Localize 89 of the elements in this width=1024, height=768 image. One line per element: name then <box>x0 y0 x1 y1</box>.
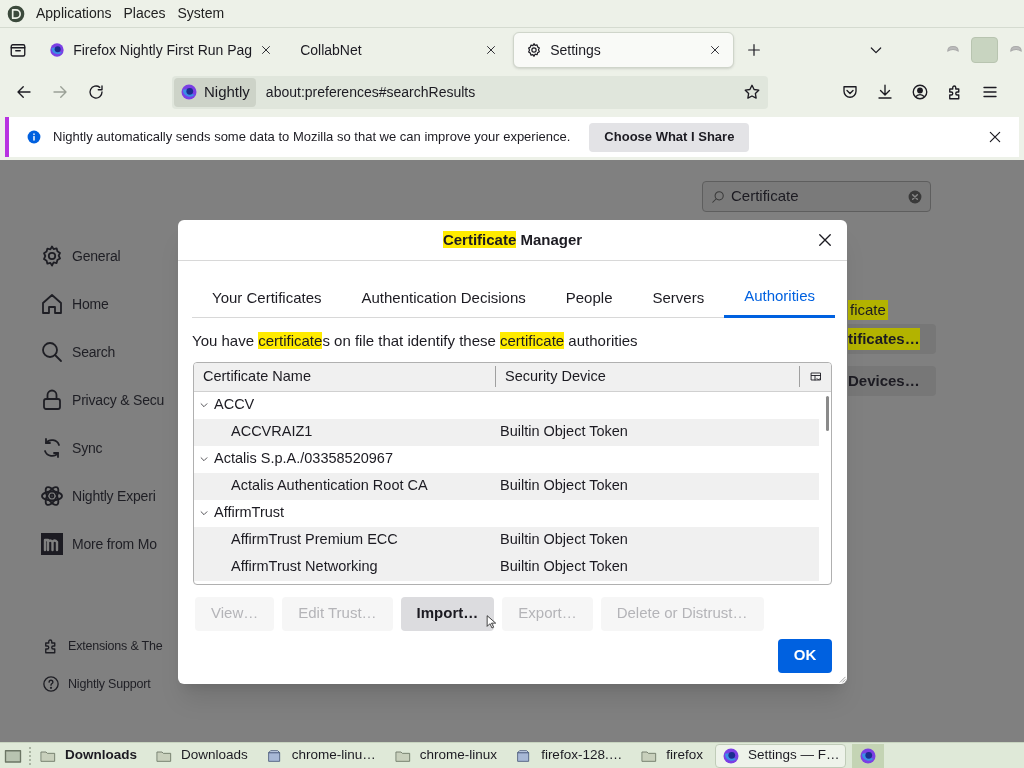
star-icon[interactable] <box>743 83 761 101</box>
sidebar-item[interactable]: Search <box>40 336 178 368</box>
dialog-tab[interactable]: Authentication Decisions <box>341 278 546 318</box>
tree-group-label[interactable]: Actalis S.p.A./03358520967 <box>214 448 393 470</box>
tree-row[interactable]: AffirmTrust Networking Builtin Object Token <box>194 553 819 581</box>
address-bar[interactable]: Nightly about:preferences#searchResults <box>172 75 768 109</box>
nightly-logo-icon <box>180 83 198 101</box>
sidebar-item[interactable]: Nightly Experi <box>40 480 178 512</box>
browser-tab[interactable]: Firefox Nightly First Run Pag <box>37 32 285 68</box>
pocket-icon[interactable] <box>841 83 859 101</box>
m-logo-icon <box>40 532 64 556</box>
search-icon <box>711 189 725 204</box>
sidebar-item[interactable]: Sync <box>40 432 178 464</box>
dialog-tab[interactable]: Your Certificates <box>192 278 342 318</box>
close-icon[interactable] <box>260 44 273 56</box>
dialog-tab[interactable]: Authorities <box>724 278 836 318</box>
browser-tab[interactable]: Settings <box>513 32 735 68</box>
column-header[interactable]: Certificate Name <box>194 365 496 388</box>
taskbar-launcher[interactable] <box>852 743 885 768</box>
firefox-icon <box>721 746 740 765</box>
column-header[interactable]: Security Device <box>496 365 800 388</box>
taskbar-item[interactable]: Downloads <box>33 743 143 768</box>
taskbar-item[interactable]: chrome-linux <box>387 743 504 768</box>
expanded-chevron-icon[interactable] <box>199 454 209 464</box>
window-thumbnail <box>971 37 998 63</box>
dialog-tab[interactable]: Servers <box>632 278 725 318</box>
home-icon <box>40 292 64 316</box>
dialog-tab[interactable]: People <box>545 278 633 318</box>
firefox-icon <box>859 746 878 765</box>
clear-icon[interactable] <box>908 189 922 204</box>
help-icon <box>42 675 60 693</box>
highlighted-text: ficate <box>848 300 888 320</box>
tree-group-label[interactable]: ACCV <box>214 394 255 416</box>
account-icon[interactable] <box>911 83 929 101</box>
manage-certificates-button[interactable]: tificates… <box>848 324 936 354</box>
atom-icon <box>40 484 64 508</box>
close-icon[interactable] <box>987 129 1003 145</box>
search-value: Certificate <box>731 186 800 207</box>
description-text: You have certificates on file that identify these certificate authorities <box>192 331 639 351</box>
tree-row[interactable]: ACCVRAIZ1 Builtin Object Token <box>194 418 819 446</box>
browser-tab[interactable]: CollabNet <box>288 32 510 68</box>
taskbar-item[interactable]: firefox <box>634 743 709 768</box>
back-icon[interactable] <box>15 83 33 101</box>
reload-icon[interactable] <box>87 83 105 101</box>
security-devices-button[interactable]: Devices… <box>848 366 936 396</box>
sidebar-item[interactable]: More from Mo <box>40 528 178 560</box>
panel-menu[interactable]: Places <box>121 3 168 24</box>
panel-menu[interactable]: Applications <box>34 3 114 24</box>
sidebar-item[interactable]: General <box>40 240 178 272</box>
tree-group-label[interactable]: AffirmTrust <box>214 502 285 524</box>
taskbar-item[interactable]: Settings — F… <box>714 743 847 768</box>
tray-icon <box>8 41 27 59</box>
column-picker-icon[interactable] <box>810 370 822 383</box>
tree-row[interactable]: Actalis Authentication Root CA Builtin Object Token <box>194 472 819 500</box>
sidebar-link[interactable]: Extensions & The <box>42 635 178 657</box>
taskbar-item[interactable]: firefox-128.… <box>509 743 629 768</box>
sidebar-item[interactable]: Home <box>40 288 178 320</box>
sidebar-link[interactable]: Nightly Support <box>42 673 178 695</box>
tab-title: Settings <box>550 40 602 60</box>
url-text: about:preferences#searchResults <box>265 82 477 102</box>
tab-title: CollabNet <box>300 40 363 60</box>
sidebar-item[interactable]: Privacy & Secu <box>40 384 178 416</box>
close-icon[interactable] <box>816 231 834 249</box>
search-icon <box>40 340 64 364</box>
ok-button[interactable]: OK <box>778 638 832 673</box>
dialog-button[interactable]: Import… <box>400 596 495 631</box>
dialog-title: Certificate Manager <box>442 229 583 250</box>
identity-badge[interactable]: Nightly <box>174 77 256 107</box>
download-icon[interactable] <box>876 83 894 101</box>
scrollbar-thumb[interactable] <box>826 395 829 431</box>
taskbar-item[interactable]: chrome-linu… <box>259 743 382 768</box>
firefox-icon <box>49 42 66 58</box>
search-field[interactable]: Certificate <box>702 181 931 212</box>
new-tab-icon[interactable] <box>746 42 763 58</box>
notification-message: Nightly automatically sends some data to Mozilla so that we can improve your experience. <box>53 128 571 147</box>
expanded-chevron-icon[interactable] <box>199 400 209 410</box>
info-icon <box>27 130 41 144</box>
tab-title: Firefox Nightly First Run Pag <box>73 40 253 60</box>
desktop-logo-icon[interactable] <box>6 3 26 24</box>
tree-row[interactable]: AffirmTrust Premium ECC Builtin Object Token <box>194 526 819 554</box>
close-icon[interactable] <box>709 44 722 56</box>
gear-icon <box>526 42 543 58</box>
close-icon[interactable] <box>485 44 498 56</box>
gear-icon <box>40 244 64 268</box>
panel-menu[interactable]: System <box>175 3 227 24</box>
taskbar-item[interactable]: Downloads <box>149 743 254 768</box>
choose-share-button[interactable]: Choose What I Share <box>589 122 750 152</box>
lock-icon <box>40 388 64 412</box>
expanded-chevron-icon[interactable] <box>199 508 209 518</box>
